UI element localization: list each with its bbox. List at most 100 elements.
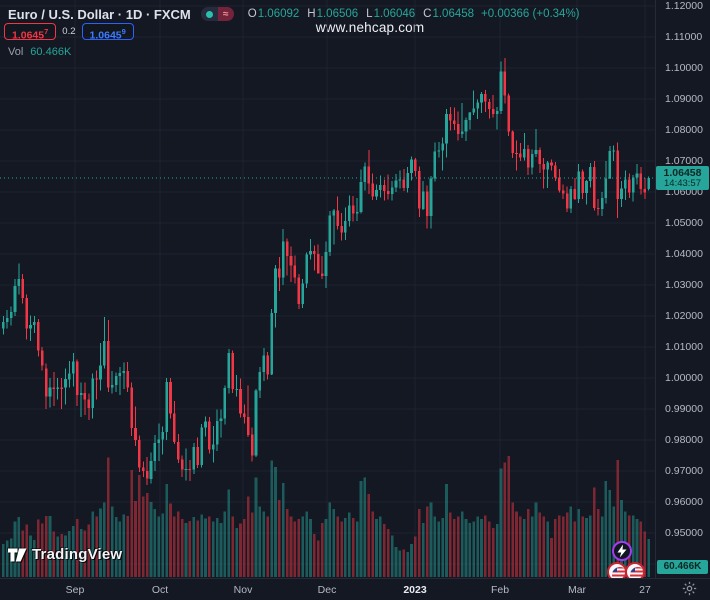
candle-body xyxy=(585,180,588,193)
volume-bar xyxy=(589,515,592,577)
candle-body xyxy=(534,149,538,154)
time-axis-label: Oct xyxy=(151,584,169,596)
candle-body xyxy=(212,444,215,450)
candle-body xyxy=(103,340,106,366)
market-status-icon[interactable] xyxy=(200,7,218,21)
candle-body xyxy=(5,317,9,323)
volume-bar xyxy=(495,524,499,577)
volume-bar xyxy=(274,466,277,578)
candle-body xyxy=(72,361,75,374)
volume-bar xyxy=(305,511,308,577)
volume-bar xyxy=(180,519,184,577)
candle-body xyxy=(410,159,413,174)
candle-body xyxy=(188,468,192,470)
volume-bar xyxy=(530,516,534,577)
candle-body xyxy=(126,370,129,388)
volume-bar xyxy=(169,503,172,577)
candle-body xyxy=(21,278,24,298)
volume-bar xyxy=(188,520,192,577)
volume-bar xyxy=(453,519,456,577)
candle-body xyxy=(313,250,316,254)
axis-settings-gear-icon[interactable] xyxy=(682,581,697,600)
price-axis-label: 0.99000 xyxy=(665,403,703,415)
volume-bar xyxy=(142,496,145,577)
volume-bar xyxy=(418,509,421,577)
candle-body xyxy=(406,173,409,188)
candle-body xyxy=(340,226,343,233)
volume-bar xyxy=(91,511,94,577)
candle-body xyxy=(468,112,472,120)
volume-bar xyxy=(425,506,429,577)
volume-bar xyxy=(476,516,479,577)
volume-bar xyxy=(316,540,320,577)
volume-bar xyxy=(130,469,133,577)
candle-body xyxy=(270,312,273,375)
candle-body xyxy=(604,178,608,198)
candle-body xyxy=(600,197,604,210)
candle-body xyxy=(612,150,615,152)
candle-body xyxy=(433,151,437,179)
alert-equals-icon[interactable]: ≈ xyxy=(217,7,234,21)
volume-bar xyxy=(429,502,433,577)
time-axis[interactable]: Sep Oct Nov Dec 2023 Feb Mar 27 xyxy=(0,578,710,600)
buy-ask-button[interactable]: 1.06459 xyxy=(81,23,134,42)
volume-bar xyxy=(138,474,141,577)
candle-body xyxy=(511,131,514,153)
ohlc-high-value: 1.06506 xyxy=(316,8,359,20)
candle-body xyxy=(215,421,219,445)
volume-label: Vol xyxy=(8,46,24,58)
candle-body xyxy=(418,170,421,209)
volume-bar xyxy=(390,535,394,577)
volume-bar xyxy=(456,516,460,577)
price-axis-label: 1.10000 xyxy=(665,62,703,74)
volume-bar xyxy=(184,522,188,577)
candle-body xyxy=(359,182,363,212)
candle-body xyxy=(639,173,643,189)
candle-body xyxy=(577,171,580,200)
volume-bar xyxy=(250,512,254,577)
tradingview-logo-icon xyxy=(8,548,27,561)
candle-body xyxy=(235,388,238,390)
candle-body xyxy=(386,190,390,194)
tradingview-logo-text: TradingView xyxy=(32,546,123,563)
volume-bar xyxy=(523,519,526,577)
volume-bar xyxy=(445,483,448,577)
candle-body xyxy=(180,459,184,470)
volume-bar xyxy=(227,489,231,577)
price-axis-label: 0.96000 xyxy=(665,496,703,508)
candle-body xyxy=(526,148,530,168)
symbol-title[interactable]: Euro / U.S. Dollar · 1D · FXCM xyxy=(8,7,191,22)
volume-bar xyxy=(320,522,324,577)
candle-body xyxy=(375,189,378,197)
time-axis-label: 2023 xyxy=(403,584,427,596)
candle-body xyxy=(83,392,87,400)
time-axis-label: 27 xyxy=(639,584,651,596)
volume-bar xyxy=(534,502,538,577)
candle-body xyxy=(589,167,592,181)
candle-body xyxy=(355,211,359,214)
header-status-pill[interactable]: ≈ xyxy=(200,7,234,21)
volume-bar xyxy=(406,551,409,577)
candle-body xyxy=(379,184,382,190)
volume-bar xyxy=(301,516,304,577)
volume-bar xyxy=(215,517,219,577)
candle-body xyxy=(157,439,161,444)
volume-bar xyxy=(351,517,355,577)
candle-body xyxy=(480,94,483,103)
volume-bar xyxy=(122,514,126,577)
candle-body xyxy=(507,95,510,132)
candle-body xyxy=(134,428,137,440)
volume-bar xyxy=(515,511,518,577)
price-axis[interactable]: 1.12000 1.11000 1.10000 1.09000 1.08000 1.070… xyxy=(655,0,710,578)
candle-body xyxy=(305,254,308,284)
sell-bid-button[interactable]: 1.06457 xyxy=(4,23,57,42)
chart-pane[interactable] xyxy=(0,0,710,600)
volume-bar xyxy=(200,514,203,577)
volume-bar xyxy=(460,511,464,577)
volume-bar xyxy=(538,512,542,577)
candle-body xyxy=(227,353,231,389)
candle-body xyxy=(316,254,320,274)
candle-body xyxy=(91,378,94,409)
tradingview-logo[interactable]: TradingView xyxy=(8,546,122,563)
price-axis-label: 0.97000 xyxy=(665,465,703,477)
